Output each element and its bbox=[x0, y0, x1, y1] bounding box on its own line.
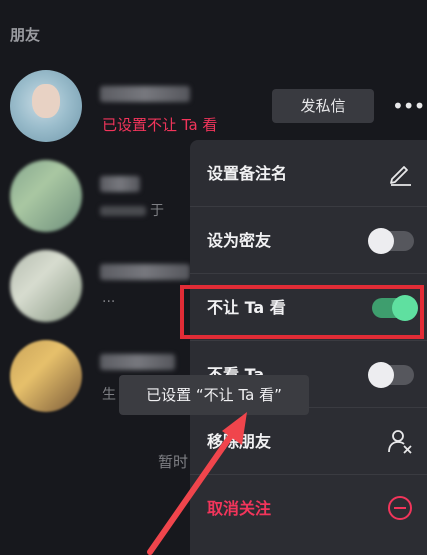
annotation-arrow-icon bbox=[147, 412, 247, 555]
